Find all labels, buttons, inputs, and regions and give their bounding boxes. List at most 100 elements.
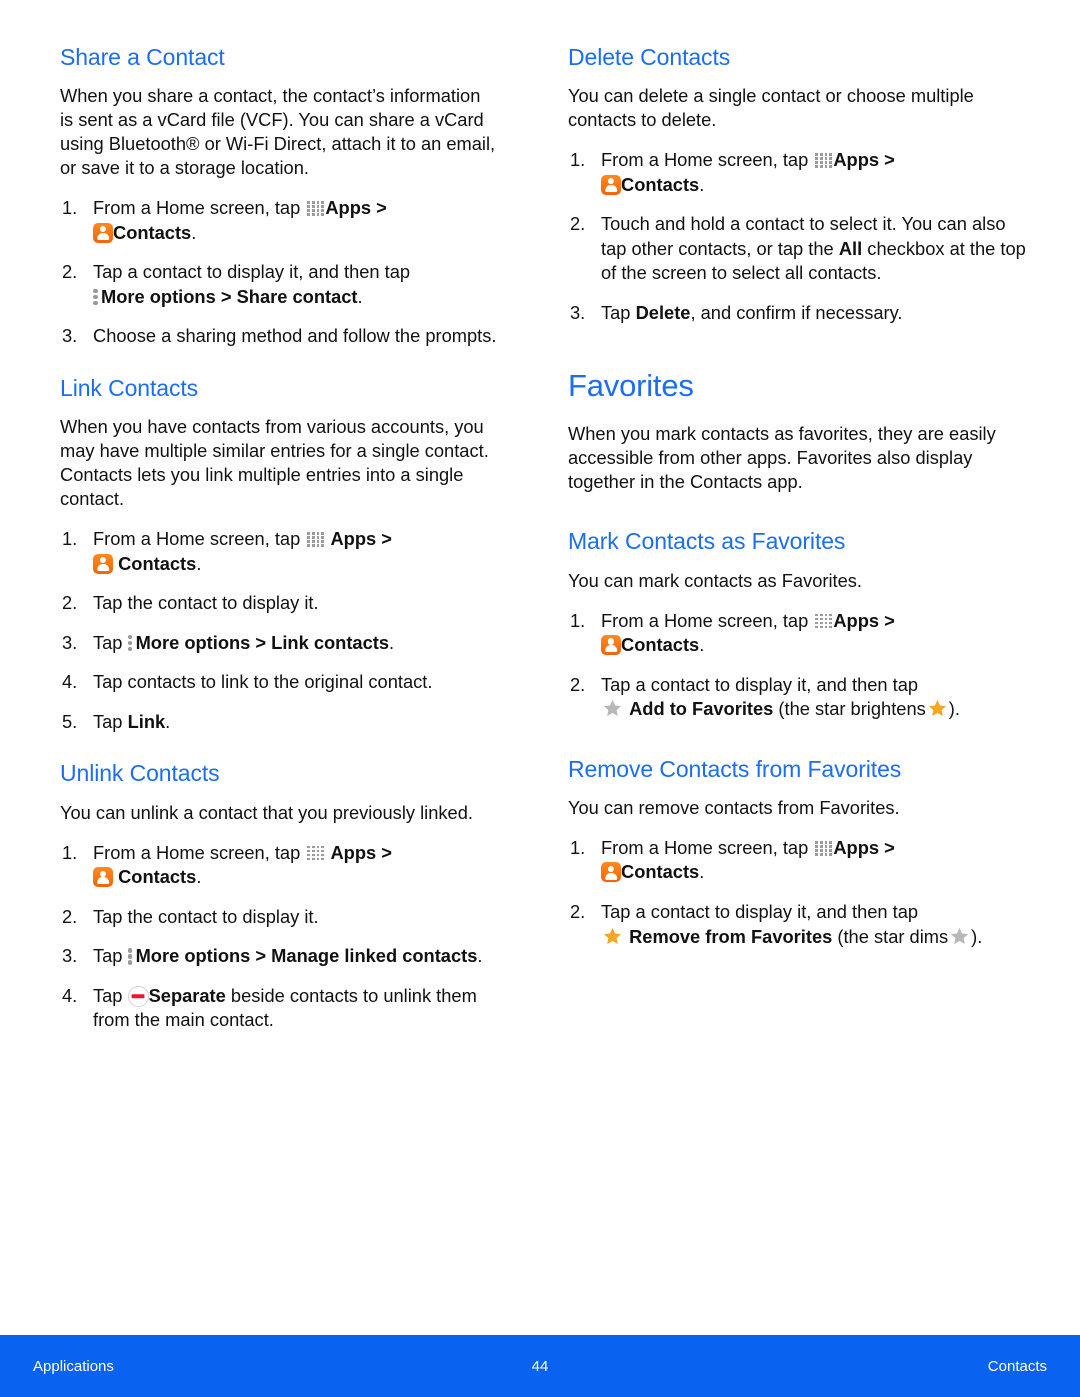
step-text: Tap — [93, 984, 123, 1006]
step-text: From a Home screen, tap — [93, 841, 301, 863]
star-filled-icon — [928, 699, 946, 717]
contacts-label: Contacts — [621, 173, 700, 195]
apps-grid-icon — [307, 845, 324, 861]
step-item: From a Home screen, tap Apps > Contacts. — [60, 196, 498, 245]
steps-link-contacts: From a Home screen, tap Apps > Contacts.… — [60, 527, 498, 734]
right-column: Delete Contacts You can delete a single … — [540, 44, 1080, 1059]
step-item: Tap contacts to link to the original con… — [62, 670, 433, 694]
link-label: Link — [127, 710, 166, 732]
heading-favorites: Favorites — [568, 368, 694, 404]
separate-label: Separate — [148, 984, 226, 1006]
intro-link-contacts: When you have contacts from various acco… — [60, 416, 489, 510]
add-to-favorites-label: Add to Favorites — [629, 698, 774, 720]
steps-unlink-contacts: From a Home screen, tap Apps > Contacts.… — [60, 841, 498, 1033]
apps-label: Apps — [325, 197, 372, 219]
intro-remove-contacts-from-favorites: You can remove contacts from Favorites. — [568, 797, 900, 818]
section-mark-contacts-as-favorites: Mark Contacts as Favorites You can mark … — [568, 528, 1030, 721]
more-options-icon — [93, 288, 99, 306]
separator-gt: > — [884, 836, 895, 858]
step-item: Touch and hold a contact to select it. Y… — [568, 212, 1030, 286]
apps-label: Apps — [833, 836, 880, 858]
apps-grid-icon — [307, 532, 324, 547]
more-options-label: More options > Link contacts — [135, 631, 390, 653]
step-item: From a Home screen, tap Apps > Contacts. — [568, 148, 1030, 197]
apps-grid-icon — [307, 201, 324, 216]
intro-favorites: When you mark contacts as favorites, the… — [568, 423, 996, 493]
two-column-body: Share a Contact When you share a contact… — [0, 44, 1080, 1059]
contacts-app-icon — [93, 222, 113, 243]
step-item: Tap Separate beside contacts to unlink t… — [60, 984, 498, 1033]
step-text: (the star brightens — [778, 698, 926, 720]
apps-grid-icon — [815, 613, 832, 629]
contacts-label: Contacts — [113, 221, 192, 243]
heading-unlink-contacts: Unlink Contacts — [60, 760, 220, 787]
step-item: From a Home screen, tap Apps > Contacts. — [60, 527, 498, 576]
step-text: Tap a contact to display it, and then ta… — [601, 901, 919, 922]
heading-link-contacts: Link Contacts — [60, 374, 199, 401]
heading-delete-contacts: Delete Contacts — [568, 44, 731, 70]
star-filled-icon — [603, 927, 622, 944]
section-delete-contacts: Delete Contacts You can delete a single … — [568, 44, 1030, 325]
period: . — [191, 221, 197, 243]
step-item: From a Home screen, tap Apps > Contacts. — [60, 841, 498, 890]
step-item: Tap a contact to display it, and then ta… — [568, 673, 1030, 722]
contacts-label: Contacts — [118, 866, 197, 888]
section-share-a-contact: Share a Contact When you share a contact… — [60, 44, 498, 349]
section-link-contacts: Link Contacts When you have contacts fro… — [60, 375, 498, 734]
period: . — [357, 285, 363, 307]
step-item: From a Home screen, tap Apps > Contacts. — [568, 836, 1030, 885]
delete-label: Delete — [635, 301, 691, 323]
star-dim-icon — [951, 927, 969, 944]
separate-minus-icon — [127, 985, 149, 1007]
contacts-app-icon — [601, 862, 621, 883]
apps-grid-icon — [815, 153, 832, 168]
step-text: From a Home screen, tap — [601, 836, 809, 858]
manual-page: Share a Contact When you share a contact… — [0, 0, 1080, 1397]
apps-label: Apps — [330, 528, 377, 550]
intro-delete-contacts: You can delete a single contact or choos… — [568, 85, 974, 131]
separator-gt: > — [884, 609, 895, 631]
period: . — [699, 634, 705, 656]
heading-remove-contacts-from-favorites: Remove Contacts from Favorites — [568, 755, 902, 782]
footer-page-number: 44 — [531, 1357, 549, 1375]
section-remove-contacts-from-favorites: Remove Contacts from Favorites You can r… — [568, 756, 1030, 949]
remove-from-favorites-label: Remove from Favorites — [629, 925, 833, 947]
heading-share-a-contact: Share a Contact — [60, 44, 225, 70]
section-favorites: Favorites When you mark contacts as favo… — [568, 369, 1030, 494]
step-text: Tap — [601, 301, 631, 323]
contacts-app-icon — [93, 553, 113, 574]
separator-gt: > — [381, 841, 392, 863]
step-text: From a Home screen, tap — [601, 609, 809, 631]
period: . — [165, 710, 171, 732]
contacts-app-icon — [601, 635, 621, 656]
apps-label: Apps — [833, 609, 880, 631]
footer-section-label: Applications — [33, 1357, 114, 1375]
contacts-label: Contacts — [118, 552, 197, 574]
period: . — [477, 945, 483, 967]
contacts-label: Contacts — [621, 634, 700, 656]
step-text: ). — [971, 925, 983, 947]
step-item: Tap the contact to display it. — [62, 905, 319, 929]
steps-mark-contacts-as-favorites: From a Home screen, tap Apps > Contacts.… — [568, 609, 1030, 722]
more-options-icon — [127, 634, 134, 652]
step-item: Choose a sharing method and follow the p… — [62, 324, 497, 348]
step-item: Tap More options > Manage linked contact… — [60, 944, 498, 969]
intro-unlink-contacts: You can unlink a contact that you previo… — [60, 801, 473, 823]
step-item: Tap the contact to display it. — [62, 591, 319, 615]
period: . — [699, 861, 705, 883]
step-text: Tap — [93, 945, 123, 967]
steps-remove-contacts-from-favorites: From a Home screen, tap Apps > Contacts.… — [568, 836, 1030, 949]
more-options-icon — [127, 947, 134, 965]
step-text: , and confirm if necessary. — [690, 301, 903, 323]
step-text: Tap — [93, 710, 123, 732]
separator-gt: > — [884, 149, 895, 171]
contacts-app-icon — [93, 867, 113, 888]
star-dim-icon — [603, 699, 622, 717]
period: . — [196, 866, 202, 888]
steps-delete-contacts: From a Home screen, tap Apps > Contacts.… — [568, 148, 1030, 325]
period: . — [389, 631, 395, 653]
footer-topic-label: Contacts — [987, 1357, 1047, 1375]
step-item: Tap Link. — [60, 710, 498, 735]
intro-mark-contacts-as-favorites: You can mark contacts as Favorites. — [568, 569, 862, 591]
step-text: (the star dims — [837, 925, 949, 947]
